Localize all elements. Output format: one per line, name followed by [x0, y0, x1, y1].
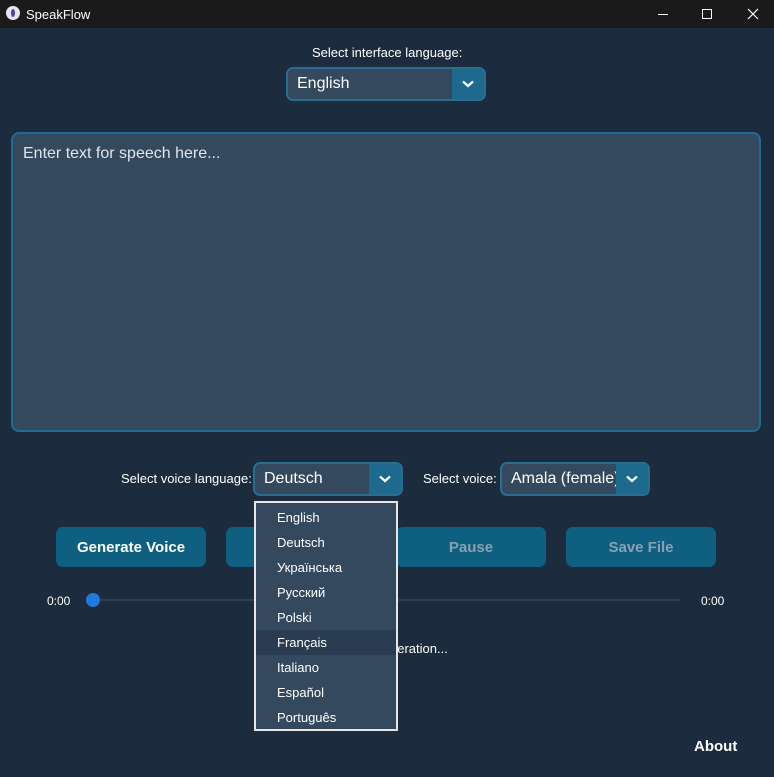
minimize-icon: [658, 13, 668, 15]
interface-language-value: English: [297, 75, 350, 92]
current-time: 0:00: [47, 594, 71, 608]
voice-language-label: Select voice language:: [121, 471, 252, 486]
dropdown-option-italiano[interactable]: Italiano: [256, 655, 396, 680]
dropdown-option-english[interactable]: English: [256, 505, 396, 530]
voice-language-select[interactable]: Deutsch: [253, 462, 403, 496]
maximize-button[interactable]: [684, 0, 730, 28]
voice-label: Select voice:: [423, 471, 497, 486]
speech-text-input[interactable]: Enter text for speech here...: [11, 132, 761, 432]
title-bar: SpeakFlow: [0, 0, 774, 28]
close-icon: [747, 8, 759, 20]
voice-select[interactable]: Amala (female): [500, 462, 650, 496]
window-title: SpeakFlow: [26, 7, 91, 22]
dropdown-option-espanol[interactable]: Español: [256, 680, 396, 705]
save-file-button[interactable]: Save File: [566, 527, 716, 567]
speech-text-placeholder: Enter text for speech here...: [23, 145, 221, 162]
chevron-down-icon[interactable]: [452, 69, 484, 99]
voice-language-value: Deutsch: [264, 470, 323, 487]
dropdown-option-polski[interactable]: Polski: [256, 605, 396, 630]
voice-language-dropdown-list: English Deutsch Українська Русский Polsk…: [254, 501, 398, 731]
total-time: 0:00: [701, 594, 725, 608]
status-text: neration...: [390, 641, 448, 656]
interface-language-label: Select interface language:: [312, 45, 463, 60]
pause-button[interactable]: Pause: [396, 527, 546, 567]
chevron-down-icon[interactable]: [616, 464, 648, 494]
maximize-icon: [702, 9, 712, 19]
voice-value: Amala (female): [511, 470, 616, 487]
dropdown-option-portugues[interactable]: Português: [256, 705, 396, 730]
dropdown-option-francais[interactable]: Français: [256, 630, 396, 655]
chevron-down-icon[interactable]: [369, 464, 401, 494]
minimize-button[interactable]: [640, 0, 686, 28]
dropdown-option-deutsch[interactable]: Deutsch: [256, 530, 396, 555]
close-button[interactable]: [730, 0, 774, 28]
app-logo-icon: [6, 6, 20, 20]
dropdown-option-russian[interactable]: Русский: [256, 580, 396, 605]
playback-slider-handle[interactable]: [86, 593, 100, 607]
dropdown-option-ukrainian[interactable]: Українська: [256, 555, 396, 580]
generate-voice-button[interactable]: Generate Voice: [56, 527, 206, 567]
about-link[interactable]: About: [694, 738, 737, 755]
interface-language-select[interactable]: English: [286, 67, 486, 101]
